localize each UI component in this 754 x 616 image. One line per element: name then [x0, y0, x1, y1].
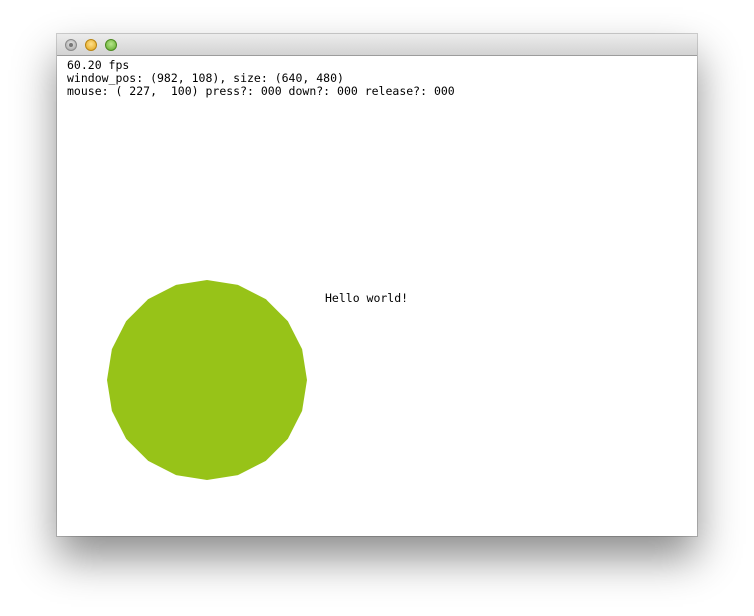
zoom-button-icon[interactable] [105, 39, 117, 51]
app-window: 60.20 fps window_pos: (982, 108), size: … [57, 34, 697, 536]
title-bar[interactable] [57, 34, 697, 56]
mouse-info-readout: mouse: ( 227, 100) press?: 000 down?: 00… [67, 84, 455, 98]
render-canvas[interactable]: 60.20 fps window_pos: (982, 108), size: … [57, 56, 697, 536]
circle-shape [107, 280, 307, 480]
hello-world-text: Hello world! [325, 291, 409, 305]
close-button-icon[interactable] [65, 39, 77, 51]
green-circle [107, 280, 307, 480]
minimize-button-icon[interactable] [85, 39, 97, 51]
